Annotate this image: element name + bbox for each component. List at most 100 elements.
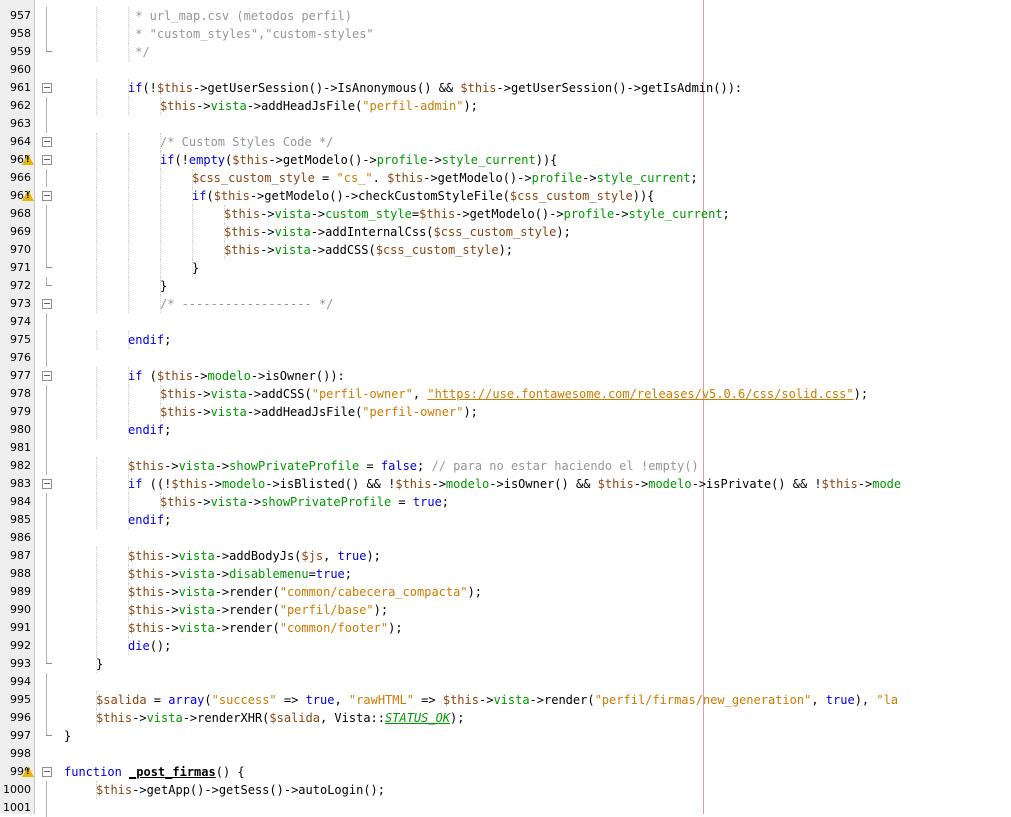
code-text[interactable]: $this->vista->showPrivateProfile = false… [128, 457, 699, 475]
code-line[interactable]: 960 [0, 61, 1011, 79]
code-line[interactable]: 970 $this->vista->addCSS($css_custom_styl… [0, 241, 1011, 259]
line-number: 978 [10, 387, 31, 400]
code-line[interactable]: 958 * "custom_styles","custom-styles" [0, 25, 1011, 43]
code-line[interactable]: 974 [0, 313, 1011, 331]
fold-collapse-icon[interactable] [42, 299, 52, 309]
code-text[interactable]: } [64, 727, 71, 745]
code-line[interactable]: 995 $salida = array("success" => true, "r… [0, 691, 1011, 709]
fold-collapse-icon[interactable] [42, 191, 52, 201]
code-text[interactable]: if ((!$this->modelo->isBlisted() && !$th… [128, 475, 901, 493]
code-token: $this [160, 405, 197, 419]
code-line[interactable]: 988 $this->vista->disablemenu=true; [0, 565, 1011, 583]
code-line[interactable]: 989 $this->vista->render("common/cabecera… [0, 583, 1011, 601]
code-line[interactable]: 983 if ((!$this->modelo->isBlisted() && !… [0, 475, 1011, 493]
code-line[interactable]: 1001 [0, 799, 1011, 817]
code-text[interactable]: $css_custom_style = "cs_". $this->getMod… [192, 169, 698, 187]
code-line[interactable]: 980 endif; [0, 421, 1011, 439]
code-line[interactable]: 996 $this->vista->renderXHR($salida, Vist… [0, 709, 1011, 727]
code-line[interactable]: 968 $this->vista->custom_style=$this->get… [0, 205, 1011, 223]
code-line[interactable]: 979 $this->vista->addHeadJsFile("perfil-o… [0, 403, 1011, 421]
code-token: ->isOwner() && [489, 477, 598, 491]
code-line[interactable]: 994 [0, 673, 1011, 691]
code-text[interactable]: $this->vista->disablemenu=true; [128, 565, 352, 583]
code-text[interactable]: if ($this->modelo->isOwner()): [128, 367, 345, 385]
code-text[interactable]: $this->vista->addInternalCss($css_custom… [224, 223, 571, 241]
code-line[interactable]: 973 /* ------------------ */ [0, 295, 1011, 313]
warning-icon[interactable] [22, 766, 34, 777]
warning-icon[interactable] [22, 190, 34, 201]
code-text[interactable]: /* Custom Styles Code */ [160, 133, 333, 151]
fold-collapse-icon[interactable] [42, 767, 52, 777]
code-line[interactable]: 997} [0, 727, 1011, 745]
code-text[interactable]: $this->vista->addHeadJsFile("perfil-admi… [160, 97, 478, 115]
code-text[interactable]: function _post_firmas() { [64, 763, 245, 781]
fold-collapse-icon[interactable] [42, 155, 52, 165]
code-text[interactable]: if($this->getModelo()->checkCustomStyleF… [192, 187, 654, 205]
code-token: $this [128, 585, 165, 599]
code-line[interactable]: 984 $this->vista->showPrivateProfile = tr… [0, 493, 1011, 511]
code-text[interactable]: /* ------------------ */ [160, 295, 333, 313]
fold-collapse-icon[interactable] [42, 479, 52, 489]
code-token: -> [633, 477, 649, 491]
code-text[interactable]: * url_map.csv (metodos perfil) [128, 7, 352, 25]
code-line[interactable]: 961 if(!$this->getUserSession()->IsAnonym… [0, 79, 1011, 97]
code-text[interactable]: } [192, 259, 199, 277]
code-line[interactable]: 993} [0, 655, 1011, 673]
code-text[interactable]: endif; [128, 421, 171, 439]
code-line[interactable]: 990 $this->vista->render("perfil/base"); [0, 601, 1011, 619]
code-line[interactable]: 976 [0, 349, 1011, 367]
code-text[interactable]: $this->getApp()->getSess()->autoLogin(); [96, 781, 385, 799]
code-line[interactable]: 982 $this->vista->showPrivateProfile = fa… [0, 457, 1011, 475]
code-text[interactable]: endif; [128, 511, 171, 529]
code-line[interactable]: 959 */ [0, 43, 1011, 61]
code-text[interactable]: $this->vista->addCSS($css_custom_style); [224, 241, 513, 259]
code-text[interactable]: } [160, 277, 167, 295]
warning-icon[interactable] [22, 154, 34, 165]
fold-collapse-icon[interactable] [42, 137, 52, 147]
code-text[interactable]: $this->vista->renderXHR($salida, Vista::… [96, 709, 465, 727]
code-line[interactable]: 972} [0, 277, 1011, 295]
code-line[interactable]: 987 $this->vista->addBodyJs($js, true); [0, 547, 1011, 565]
code-line[interactable]: 981 [0, 439, 1011, 457]
code-text[interactable]: $salida = array("success" => true, "rawH… [96, 691, 898, 709]
code-line[interactable]: 999function _post_firmas() { [0, 763, 1011, 781]
code-line[interactable]: 971} [0, 259, 1011, 277]
code-line[interactable]: 964 /* Custom Styles Code */ [0, 133, 1011, 151]
code-text[interactable]: die(); [128, 637, 171, 655]
code-text[interactable]: if(!empty($this->getModelo()->profile->s… [160, 151, 557, 169]
code-text[interactable]: $this->vista->render("common/cabecera_co… [128, 583, 482, 601]
code-line[interactable]: 966 $css_custom_style = "cs_". $this->get… [0, 169, 1011, 187]
code-text[interactable]: $this->vista->showPrivateProfile = true; [160, 493, 449, 511]
code-line[interactable]: 963 [0, 115, 1011, 133]
code-text[interactable]: $this->vista->render("common/footer"); [128, 619, 403, 637]
fold-collapse-icon[interactable] [42, 83, 52, 93]
code-line[interactable]: 985 endif; [0, 511, 1011, 529]
code-text[interactable]: $this->vista->addCSS("perfil-owner", "ht… [160, 385, 868, 403]
code-line[interactable]: 986 [0, 529, 1011, 547]
code-line[interactable]: 965if(!empty($this->getModelo()->profile… [0, 151, 1011, 169]
code-line[interactable]: 998 [0, 745, 1011, 763]
code-line[interactable]: 978 $this->vista->addCSS("perfil-owner", … [0, 385, 1011, 403]
code-text[interactable]: $this->vista->custom_style=$this->getMod… [224, 205, 730, 223]
code-line[interactable]: 957 * url_map.csv (metodos perfil) [0, 7, 1011, 25]
code-text[interactable]: $this->vista->render("perfil/base"); [128, 601, 388, 619]
code-line[interactable]: 975 endif; [0, 331, 1011, 349]
code-token: ->renderXHR( [182, 711, 270, 725]
code-line[interactable]: 977 if ($this->modelo->isOwner()): [0, 367, 1011, 385]
code-text[interactable]: $this->vista->addBodyJs($js, true); [128, 547, 381, 565]
code-line[interactable]: 992 die(); [0, 637, 1011, 655]
code-text[interactable]: if(!$this->getUserSession()->IsAnonymous… [128, 79, 742, 97]
code-line[interactable]: 962 $this->vista->addHeadJsFile("perfil-a… [0, 97, 1011, 115]
code-line[interactable]: 991 $this->vista->render("common/footer")… [0, 619, 1011, 637]
code-text[interactable]: endif; [128, 331, 171, 349]
code-text[interactable]: */ [128, 43, 149, 61]
fold-collapse-icon[interactable] [42, 371, 52, 381]
code-token: vista [274, 243, 311, 257]
code-line[interactable]: 1000 $this->getApp()->getSess()->autoLogi… [0, 781, 1011, 799]
code-text[interactable]: $this->vista->addHeadJsFile("perfil-owne… [160, 403, 478, 421]
code-token: -> [196, 387, 211, 401]
code-text[interactable]: } [96, 655, 103, 673]
code-text[interactable]: * "custom_styles","custom-styles" [128, 25, 373, 43]
code-line[interactable]: 967if($this->getModelo()->checkCustomSty… [0, 187, 1011, 205]
code-line[interactable]: 969 $this->vista->addInternalCss($css_cus… [0, 223, 1011, 241]
